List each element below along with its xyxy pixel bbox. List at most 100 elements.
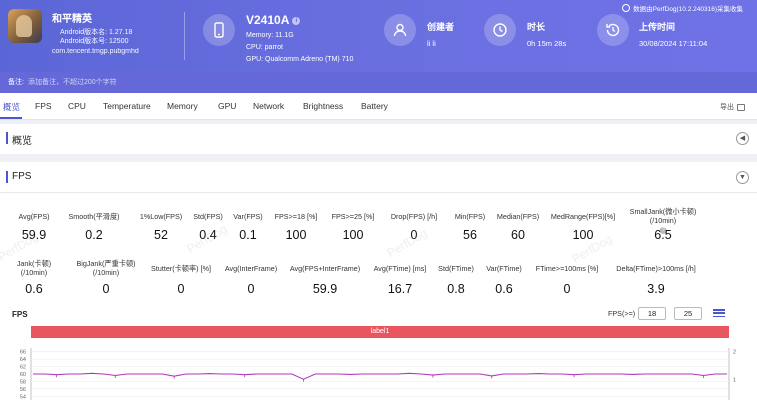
metric-label: Var(FPS): [233, 212, 262, 221]
metric-label-text: Smooth(平滑度): [68, 212, 120, 221]
metric-label-text: Drop(FPS) [/h]: [390, 212, 438, 221]
metric-label-text: MedRange(FPS)[%]: [550, 212, 616, 221]
tab-battery[interactable]: Battery: [361, 101, 388, 111]
metric-label: FPS>=18 [%]: [275, 212, 318, 221]
package-name: com.tencent.tmgp.pubgmhd: [52, 48, 139, 55]
fps-section-title: FPS: [12, 171, 32, 182]
fps-series-line: [33, 372, 727, 380]
perfdog-logo-icon: [622, 4, 631, 12]
metric-label: Std(FTime): [438, 264, 474, 273]
metric-label: MedRange(FPS)[%]: [551, 212, 615, 221]
y-tick-label: 64: [20, 357, 26, 363]
report-header: 和平精英 Android版本名: 1.27.18 Android版本号: 125…: [0, 0, 757, 72]
tab-overview[interactable]: 概览: [3, 101, 20, 113]
export-icon: [737, 103, 745, 111]
y-tick-label: 60: [20, 372, 26, 378]
divider: [184, 12, 185, 60]
metric-value: 6.5: [654, 228, 672, 242]
metric-value: 0.6: [25, 282, 43, 296]
metric-value: 52: [154, 228, 168, 242]
upload-value: 30/08/2024 17:11:04: [639, 39, 708, 48]
metric-value: 0.4: [199, 228, 217, 242]
metric-value: 100: [285, 228, 307, 242]
metric-label-text: Std(FTime): [438, 264, 474, 273]
overview-title: 概览: [12, 136, 32, 147]
metric-value: 100: [342, 228, 364, 242]
collapse-overview-button[interactable]: ◀: [736, 132, 749, 145]
device-model: V2410A i: [246, 13, 301, 27]
device-cpu: CPU: parrot: [246, 44, 283, 51]
metric-label: Drop(FPS) [/h]: [391, 212, 437, 221]
metric-value: 59.9: [312, 282, 338, 296]
info-icon[interactable]: i: [292, 16, 301, 25]
metric-value: 0: [102, 282, 110, 296]
note-bar[interactable]: 备注: 添加备注，不超过200个字符: [0, 72, 757, 93]
tab-cpu[interactable]: CPU: [68, 101, 86, 111]
metric-label-text: Avg(FPS+InterFrame): [289, 264, 361, 273]
metric-label-text: Avg(InterFrame): [224, 264, 278, 273]
y-tick-label: 66: [20, 350, 26, 356]
game-icon: [8, 9, 42, 43]
metric-label-text: Median(FPS): [496, 212, 540, 221]
metric-label-unit: (/10min): [92, 268, 120, 277]
metric-label: BigJank(严重卡顿) (/10min): [76, 259, 135, 277]
metric-label-text: 1%Low(FPS): [139, 212, 183, 221]
metric-label: Avg(FPS): [18, 212, 49, 221]
fps-threshold-input-1[interactable]: 18: [638, 307, 666, 320]
fps-plot[interactable]: 6664 626058 5654 2 1: [0, 340, 757, 400]
metric-label-text: FPS>=25 [%]: [331, 212, 375, 221]
history-icon: [597, 14, 629, 46]
metric-label-text: BigJank(严重卡顿): [76, 259, 136, 268]
metric-label: 1%Low(FPS): [140, 212, 182, 221]
collapse-fps-button[interactable]: ▼: [736, 171, 749, 184]
android-version-code: Android版本号: 12500: [60, 38, 129, 45]
metric-value: 59.9: [21, 228, 47, 242]
metric-label-unit: (/10min): [649, 216, 677, 225]
metric-value: 0: [410, 228, 418, 242]
device-gpu: GPU: Qualcomm Adreno (TM) 710: [246, 56, 354, 63]
label-band[interactable]: label1: [31, 326, 729, 338]
duration-label: 时长: [527, 22, 546, 32]
tab-temperature[interactable]: Temperature: [103, 101, 151, 111]
tab-memory[interactable]: Memory: [167, 101, 198, 111]
metric-label: Var(FTime): [486, 264, 522, 273]
metric-label: Min(FPS): [455, 212, 485, 221]
tab-brightness[interactable]: Brightness: [303, 101, 343, 111]
metric-label: Stutter(卡顿率) [%]: [151, 264, 211, 273]
divider: [0, 192, 757, 193]
y-tick-label: 54: [20, 394, 26, 400]
metric-label: FPS>=25 [%]: [332, 212, 375, 221]
fps-threshold-input-2[interactable]: 25: [674, 307, 702, 320]
clock-icon: [484, 14, 516, 46]
metric-value: 0.8: [447, 282, 465, 296]
chart-menu-icon[interactable]: [713, 309, 725, 317]
y-tick-label: 62: [20, 365, 26, 371]
tab-network[interactable]: Network: [253, 101, 284, 111]
tab-fps[interactable]: FPS: [35, 101, 52, 111]
metric-label-text: Stutter(卡顿率) [%]: [151, 264, 211, 273]
y-tick-label: 58: [20, 379, 26, 385]
y-tick-label: 56: [20, 387, 26, 393]
export-button[interactable]: 导出: [720, 102, 745, 112]
metric-value: 56: [463, 228, 477, 242]
tab-gpu[interactable]: GPU: [218, 101, 236, 111]
metric-label-text: Avg(FPS): [18, 212, 50, 221]
upload-label: 上传时间: [639, 22, 676, 32]
game-name: 和平精英: [52, 14, 92, 25]
metric-label: Avg(FTime) [ms]: [374, 264, 427, 273]
metric-label-text: Var(FPS): [233, 212, 263, 221]
metric-label-unit: (/10min): [20, 268, 48, 277]
metric-value: 0: [247, 282, 255, 296]
watermark: PerfDog: [384, 225, 430, 261]
metric-label-text: Min(FPS): [454, 212, 486, 221]
section-marker: [6, 132, 8, 144]
metric-label-text: SmallJank(微小卡顿): [629, 207, 697, 216]
note-input[interactable]: 添加备注，不超过200个字符: [28, 79, 117, 86]
metric-label: Delta(FTime)>100ms [/h]: [616, 264, 695, 273]
fps-threshold-label: FPS(>=): [608, 309, 636, 318]
y-right-tick-label: 2: [733, 350, 736, 356]
creator-label: 创建者: [427, 22, 455, 32]
y-right-tick-label: 1: [733, 378, 736, 384]
user-icon: [384, 14, 416, 46]
metric-value: 0.2: [85, 228, 103, 242]
